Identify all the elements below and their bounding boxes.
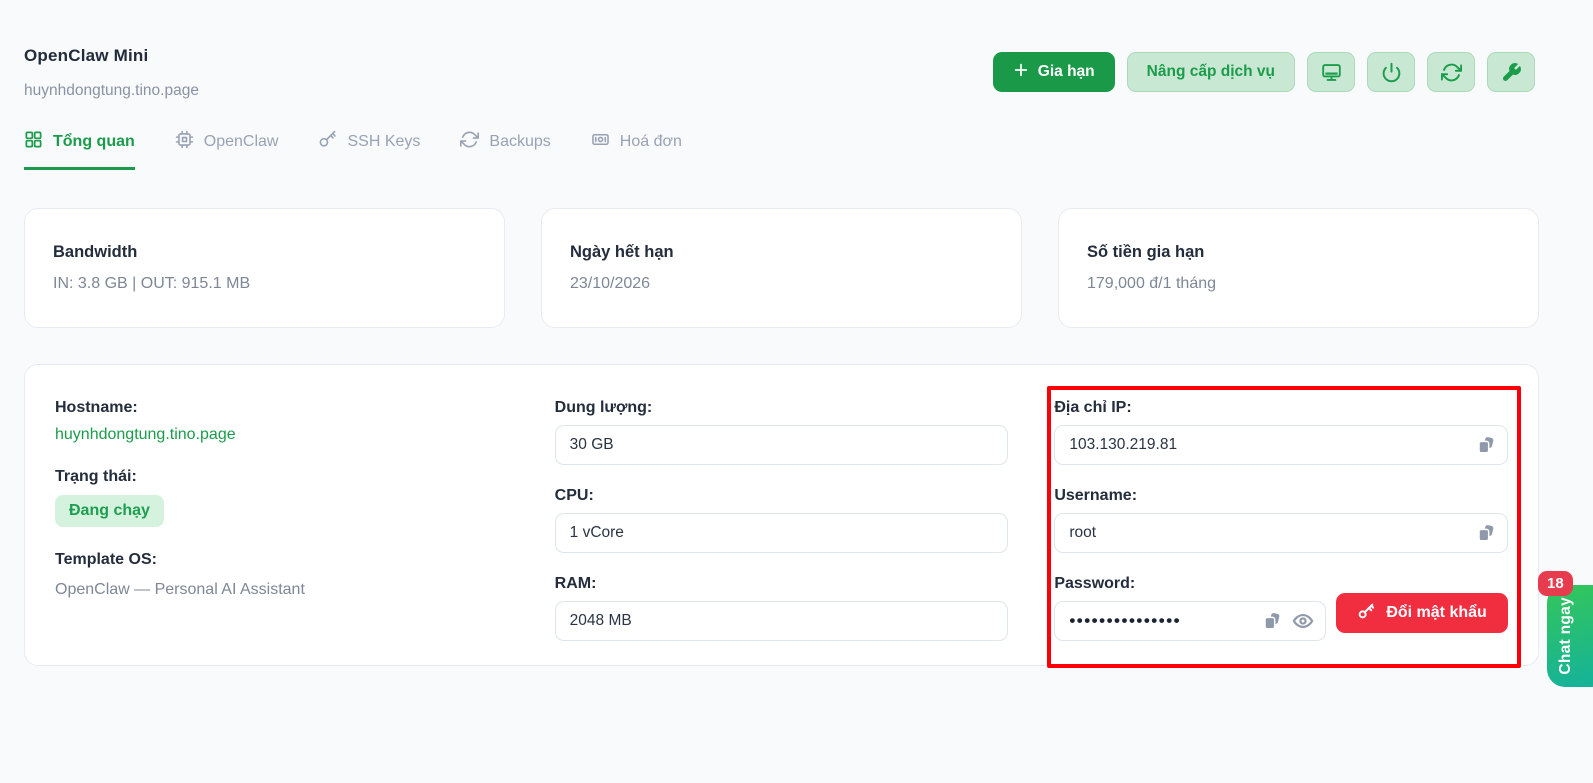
disk-input[interactable] (554, 425, 1009, 465)
grid-icon (24, 130, 43, 154)
upgrade-service-button[interactable]: Nâng cấp dịch vụ (1126, 52, 1295, 92)
expiry-date-card: Ngày hết hạn 23/10/2026 (541, 208, 1022, 328)
hostname-link[interactable]: huynhdongtung.tino.page (55, 426, 236, 444)
stat-value: 179,000 đ/1 tháng (1087, 275, 1217, 292)
password-input-wrap (1054, 601, 1327, 641)
password-field: Password: ••••••••••••••• Đổi mật khẩu (1054, 575, 1508, 641)
cpu-icon (175, 130, 194, 154)
username-input-wrap (1054, 513, 1508, 553)
page-title: OpenClaw Mini (24, 46, 149, 65)
status-label: Trạng thái: (55, 468, 137, 485)
copy-icon[interactable] (1260, 610, 1282, 632)
disk-field: Dung lượng: (554, 399, 1009, 465)
username-label: Username: (1054, 487, 1138, 504)
console-button[interactable] (1307, 52, 1355, 92)
header: OpenClaw Mini huynhdongtung.tino.page Gi… (0, 0, 1593, 100)
stat-value: IN: 3.8 GB | OUT: 915.1 MB (53, 275, 251, 292)
tab-label: Tổng quan (53, 133, 135, 150)
key-icon (1357, 602, 1375, 625)
tab-bar: Tổng quan OpenClaw SSH Keys Backups Hoá … (0, 130, 1593, 170)
tab-openclaw[interactable]: OpenClaw (175, 130, 279, 170)
change-password-button[interactable]: Đổi mật khẩu (1336, 593, 1508, 633)
resources-column: Dung lượng: CPU: RAM: (554, 399, 1009, 665)
stat-cards: Bandwidth IN: 3.8 GB | OUT: 915.1 MB Ngà… (24, 208, 1539, 328)
renewal-price-card: Số tiền gia hạn 179,000 đ/1 tháng (1058, 208, 1539, 328)
stat-title: Ngày hết hạn (570, 243, 674, 261)
cpu-input-wrap (554, 513, 1009, 553)
key-icon (318, 130, 337, 154)
template-os-value: OpenClaw — Personal AI Assistant (55, 581, 305, 598)
page-subtitle: huynhdongtung.tino.page (24, 82, 199, 99)
tab-label: Hoá đơn (619, 133, 682, 150)
title-block: OpenClaw Mini huynhdongtung.tino.page (24, 46, 199, 100)
eye-icon[interactable] (1292, 610, 1314, 632)
cpu-field: CPU: (554, 487, 1009, 553)
tab-tong-quan[interactable]: Tổng quan (24, 130, 135, 170)
ram-input-wrap (554, 601, 1009, 641)
ip-field: Địa chỉ IP: (1054, 399, 1508, 465)
power-button[interactable] (1367, 52, 1415, 92)
tab-label: SSH Keys (347, 133, 421, 150)
username-input[interactable] (1054, 513, 1508, 553)
chat-widget-tab[interactable]: Chat ngay 18 (1538, 571, 1593, 687)
tab-backups[interactable]: Backups (460, 130, 551, 170)
sync-icon (460, 130, 480, 154)
stat-title: Bandwidth (53, 243, 138, 261)
monitor-icon (1321, 62, 1342, 83)
upgrade-button-label: Nâng cấp dịch vụ (1146, 63, 1275, 80)
tab-label: OpenClaw (203, 133, 279, 150)
chat-unread-badge: 18 (1538, 571, 1573, 596)
copy-icon[interactable] (1474, 434, 1496, 456)
access-column: Địa chỉ IP: Username: (1054, 399, 1508, 665)
refresh-button[interactable] (1427, 52, 1475, 92)
hostname-label: Hostname: (55, 399, 138, 416)
ram-input[interactable] (554, 601, 1009, 641)
template-os-label: Template OS: (55, 551, 157, 568)
password-label: Password: (1054, 575, 1136, 592)
hostname-group: Hostname: huynhdongtung.tino.page (55, 399, 509, 444)
tab-label: Backups (489, 133, 551, 150)
ram-label: RAM: (554, 575, 597, 592)
disk-label: Dung lượng: (554, 399, 653, 416)
tab-ssh-keys[interactable]: SSH Keys (318, 130, 420, 170)
template-group: Template OS: OpenClaw — Personal AI Assi… (55, 551, 509, 599)
tools-icon (1501, 62, 1522, 83)
ip-input[interactable] (1054, 425, 1508, 465)
renew-button-label: Gia hạn (1037, 63, 1095, 80)
status-badge: Đang chạy (55, 495, 164, 527)
cpu-input[interactable] (554, 513, 1009, 553)
copy-icon[interactable] (1474, 522, 1496, 544)
tab-hoa-don[interactable]: Hoá đơn (591, 130, 682, 170)
stat-value: 23/10/2026 (570, 275, 651, 292)
refresh-icon (1440, 62, 1462, 83)
ram-field: RAM: (554, 575, 1009, 641)
banknote-icon (591, 130, 610, 154)
status-group: Trạng thái: Đang chạy (55, 468, 509, 527)
service-detail-page: OpenClaw Mini huynhdongtung.tino.page Gi… (0, 0, 1593, 783)
header-actions: Gia hạn Nâng cấp dịch vụ (992, 52, 1535, 92)
change-password-label: Đổi mật khẩu (1386, 604, 1487, 621)
stat-title: Số tiền gia hạn (1087, 243, 1205, 261)
power-icon (1381, 62, 1402, 83)
username-field: Username: (1054, 487, 1508, 553)
password-row: Đổi mật khẩu (1054, 593, 1508, 641)
tools-button[interactable] (1487, 52, 1535, 92)
plus-icon (1013, 62, 1029, 83)
cpu-label: CPU: (554, 487, 594, 504)
ip-label: Địa chỉ IP: (1054, 399, 1132, 416)
ip-input-wrap (1054, 425, 1508, 465)
bandwidth-card: Bandwidth IN: 3.8 GB | OUT: 915.1 MB (24, 208, 505, 328)
disk-input-wrap (554, 425, 1009, 465)
service-detail-card: Hostname: huynhdongtung.tino.page Trạng … (24, 364, 1539, 668)
chat-widget-label: Chat ngay (1557, 597, 1574, 675)
renew-button[interactable]: Gia hạn (992, 52, 1115, 92)
general-info-column: Hostname: huynhdongtung.tino.page Trạng … (55, 399, 509, 665)
